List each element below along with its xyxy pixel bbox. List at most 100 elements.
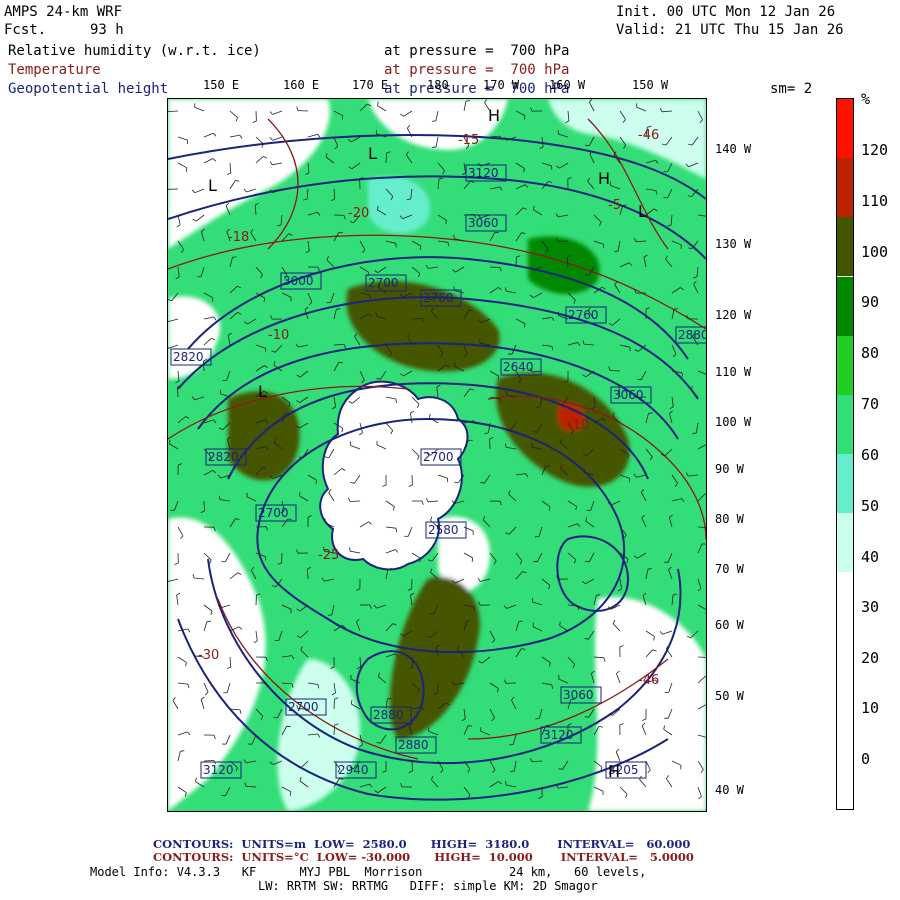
height-label: 2760 bbox=[423, 291, 454, 305]
wind-barb bbox=[333, 698, 335, 710]
height-label: 2880 bbox=[678, 328, 706, 342]
colorbar-label: 120 bbox=[861, 141, 889, 159]
colorbar-segment bbox=[837, 394, 853, 454]
low-pressure-marker: L bbox=[368, 144, 377, 163]
wind-barb-feather bbox=[533, 560, 538, 563]
latitude-label: 120 W bbox=[715, 308, 752, 322]
height-label: 3120 bbox=[468, 166, 499, 180]
wind-barb-feather bbox=[468, 309, 473, 312]
wind-barb bbox=[349, 500, 361, 502]
wind-barb-feather bbox=[338, 231, 343, 234]
colorbar-segment bbox=[837, 749, 853, 809]
latitude-label: 140 W bbox=[715, 142, 752, 156]
wind-barb-feather bbox=[494, 231, 499, 234]
forecast-hour: 93 h bbox=[90, 22, 124, 38]
init-time: Init. 00 UTC Mon 12 Jan 26 bbox=[616, 4, 836, 20]
wind-barb-feather bbox=[341, 115, 344, 120]
wind-barb bbox=[489, 266, 501, 268]
wind-barb-feather bbox=[185, 167, 188, 172]
height-label: 2700 bbox=[258, 506, 289, 520]
temperature-label: -46 bbox=[638, 673, 659, 688]
forecast-label: Fcst. bbox=[4, 22, 47, 38]
colorbar-label: 110 bbox=[861, 192, 889, 210]
colorbar-segment bbox=[837, 335, 853, 395]
low-pressure-marker: L bbox=[208, 176, 217, 195]
colorbar-label: 20 bbox=[861, 649, 880, 667]
height-label: 3120 bbox=[543, 728, 574, 742]
field-height-level: at pressure = 700 hPa bbox=[384, 81, 570, 97]
high-pressure-marker: H bbox=[608, 762, 620, 781]
height-label: 3060 bbox=[613, 388, 644, 402]
wind-barb-feather bbox=[637, 378, 642, 381]
temperature-label: -18 bbox=[228, 230, 249, 245]
wind-barb-feather bbox=[289, 791, 292, 796]
longitude-label: 150 E bbox=[203, 78, 240, 92]
colorbar-segment bbox=[837, 572, 853, 632]
colorbar-segment bbox=[837, 99, 853, 159]
latitude-label: 130 W bbox=[715, 237, 752, 251]
height-label: 2880 bbox=[398, 738, 429, 752]
wind-barb bbox=[203, 500, 205, 512]
latitude-label: 80 W bbox=[715, 512, 744, 526]
smoothing-label: sm= 2 bbox=[770, 81, 813, 97]
colorbar-label: 100 bbox=[861, 243, 889, 261]
colorbar-label: 90 bbox=[861, 293, 880, 311]
wind-barb bbox=[411, 760, 413, 772]
colorbar-segment bbox=[837, 454, 853, 514]
latitude-label: 100 W bbox=[715, 415, 752, 429]
height-label: 3060 bbox=[563, 688, 594, 702]
height-label: 2640 bbox=[503, 360, 534, 374]
temperature-label: -46 bbox=[638, 128, 659, 143]
longitude-label: 170 E bbox=[352, 78, 389, 92]
longitude-label: 180 bbox=[427, 78, 449, 92]
field-temp-title: Temperature bbox=[8, 62, 101, 78]
temperature-label: -20 bbox=[348, 206, 369, 221]
latitude-label: 40 W bbox=[715, 783, 744, 797]
temperature-label: -10 bbox=[268, 328, 289, 343]
height-label: 2580 bbox=[428, 523, 459, 537]
rh-colorbar bbox=[836, 98, 854, 810]
colorbar-segment bbox=[837, 631, 853, 691]
longitude-label: 170 W bbox=[483, 78, 520, 92]
height-label: 3060 bbox=[468, 216, 499, 230]
map-canvas: 3120 3060 3000 2940 2880 2820 2760 2700 2640 2580… bbox=[168, 99, 706, 811]
model-title: AMPS 24-km WRF bbox=[4, 4, 123, 20]
colorbar-label: 60 bbox=[861, 446, 880, 464]
latitude-label: 60 W bbox=[715, 618, 744, 632]
colorbar-segment bbox=[837, 276, 853, 336]
height-label: 2700 bbox=[288, 700, 319, 714]
wind-barb-feather bbox=[585, 560, 590, 563]
temperature-label: -15 bbox=[458, 133, 479, 148]
wind-barb-feather bbox=[286, 725, 291, 728]
colorbar-label: 10 bbox=[861, 699, 880, 717]
latitude-label: 70 W bbox=[715, 562, 744, 576]
colorbar-label: 80 bbox=[861, 344, 880, 362]
longitude-label: 160 E bbox=[283, 78, 320, 92]
height-label: 2940 bbox=[338, 763, 369, 777]
height-label: 2820 bbox=[173, 350, 204, 364]
latitude-label: 90 W bbox=[715, 462, 744, 476]
field-rh-level: at pressure = 700 hPa bbox=[384, 43, 570, 59]
height-label: 3120 bbox=[203, 763, 234, 777]
temperature-label: -30 bbox=[198, 648, 219, 663]
wind-barb bbox=[203, 760, 215, 762]
colorbar-segment bbox=[837, 217, 853, 277]
longitude-label: 150 W bbox=[632, 78, 669, 92]
footer-model-info: Model Info: V4.3.3 KF MYJ PBL Morrison 2… bbox=[90, 865, 647, 879]
colorbar-label: 40 bbox=[861, 548, 880, 566]
temperature-label: -25 bbox=[318, 548, 339, 563]
colorbar-label: 0 bbox=[861, 750, 871, 768]
height-label: 2880 bbox=[373, 708, 404, 722]
low-pressure-marker: L bbox=[258, 382, 267, 401]
high-pressure-marker: H bbox=[598, 169, 610, 188]
valid-time: Valid: 21 UTC Thu 15 Jan 26 bbox=[616, 22, 844, 38]
field-rh-title: Relative humidity (w.r.t. ice) bbox=[8, 43, 261, 59]
footer-physics: LW: RRTM SW: RRTMG DIFF: simple KM: 2D S… bbox=[258, 879, 598, 893]
high-pressure-marker: H bbox=[488, 106, 500, 125]
temperature-label: -5 bbox=[608, 198, 621, 213]
wind-barb-feather bbox=[648, 412, 653, 414]
height-label: 2700 bbox=[368, 276, 399, 290]
footer-temp-contours: CONTOURS: UNITS=°C LOW= -30.000 HIGH= 10… bbox=[153, 850, 694, 864]
colorbar-label: 30 bbox=[861, 598, 880, 616]
wind-barb bbox=[177, 386, 179, 398]
